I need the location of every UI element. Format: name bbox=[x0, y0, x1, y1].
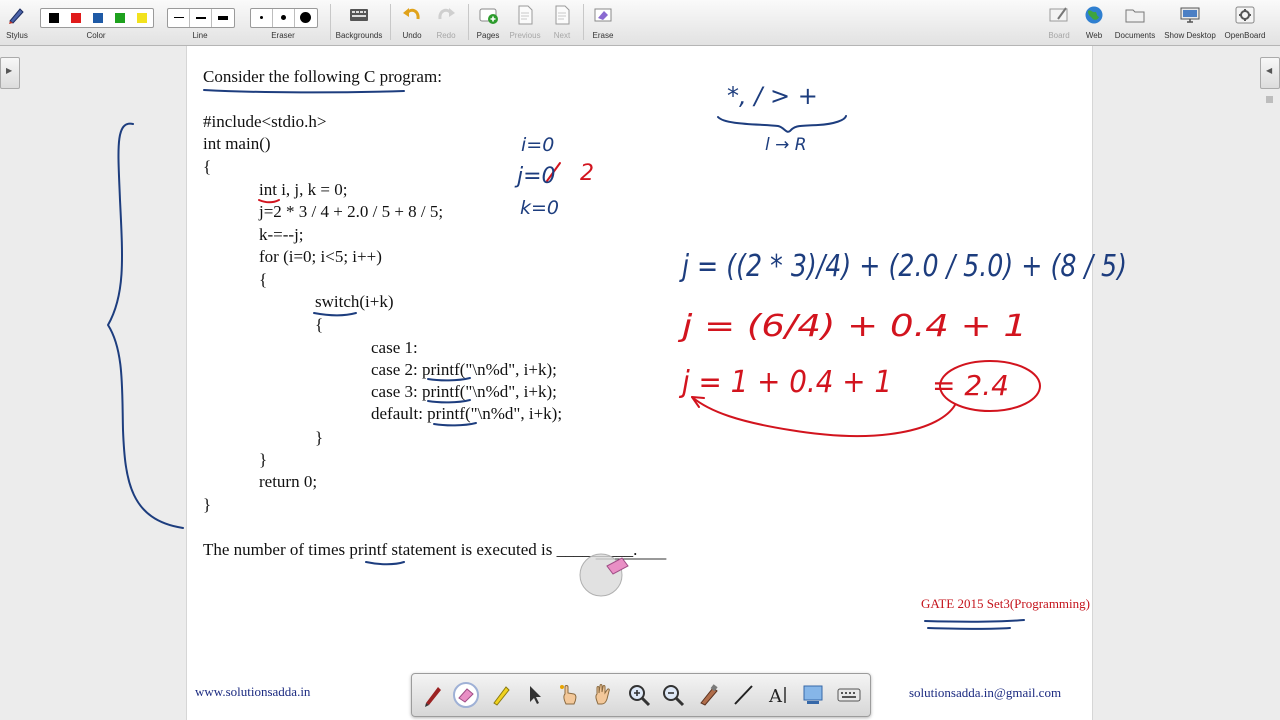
code-line: for (i=0; i<5; i++) bbox=[259, 247, 382, 266]
line-thin-button[interactable] bbox=[168, 9, 190, 27]
swatch-yellow[interactable] bbox=[137, 13, 147, 23]
swatch-blue[interactable] bbox=[93, 13, 103, 23]
separator bbox=[583, 4, 584, 40]
separator bbox=[468, 4, 469, 40]
source-tag: GATE 2015 Set3(Programming) bbox=[921, 596, 1090, 611]
top-toolbar: Stylus Color Line Eraser Backgrounds Und… bbox=[0, 0, 1280, 46]
zoom-out-icon[interactable] bbox=[660, 682, 686, 708]
gear-icon bbox=[1235, 6, 1255, 24]
previous-page-icon bbox=[518, 5, 533, 25]
swatch-black[interactable] bbox=[49, 13, 59, 23]
arrow-right-icon: ▶ bbox=[6, 66, 13, 75]
svg-text:A: A bbox=[768, 686, 783, 707]
left-panel-toggle[interactable]: ▶ bbox=[0, 57, 20, 89]
footer-website: www.solutionsadda.in bbox=[195, 684, 311, 699]
code-line: k-=--j; bbox=[259, 225, 304, 244]
code-line: case 1: bbox=[371, 338, 418, 357]
folder-icon bbox=[1125, 9, 1145, 23]
code-line: case 3: printf("\n%d", i+k); bbox=[371, 382, 557, 401]
laser-hand-icon[interactable] bbox=[556, 682, 582, 708]
code-line: return 0; bbox=[259, 472, 318, 491]
code-line: { bbox=[315, 315, 324, 334]
separator bbox=[330, 4, 331, 40]
swatch-red[interactable] bbox=[71, 13, 81, 23]
eraser-medium-button[interactable] bbox=[273, 9, 295, 27]
eraser-size-group bbox=[250, 8, 318, 28]
line-medium-button[interactable] bbox=[190, 9, 212, 27]
next-page-icon bbox=[555, 5, 570, 25]
floating-toolbar: A bbox=[411, 673, 871, 717]
code-line: case 2: printf("\n%d", i+k); bbox=[371, 360, 557, 379]
stylus-icon bbox=[9, 8, 24, 24]
ink-brace bbox=[107, 122, 184, 529]
eraser-large-button[interactable] bbox=[295, 9, 316, 27]
highlighter-icon[interactable] bbox=[488, 682, 514, 708]
code-line: int main() bbox=[203, 134, 271, 153]
code-line: { bbox=[203, 157, 212, 176]
color-palette bbox=[40, 8, 154, 28]
marker-icon[interactable] bbox=[696, 682, 722, 708]
redo-icon bbox=[438, 8, 455, 20]
question-text: Consider the following C program: bbox=[203, 67, 442, 86]
swatch-green[interactable] bbox=[115, 13, 125, 23]
eraser-small-button[interactable] bbox=[251, 9, 273, 27]
keyboard-icon[interactable] bbox=[836, 682, 862, 708]
code-line: } bbox=[315, 428, 324, 447]
zoom-in-icon[interactable] bbox=[626, 682, 652, 708]
line-tool-icon[interactable] bbox=[730, 682, 756, 708]
eraser-tool-icon[interactable] bbox=[453, 682, 479, 708]
erase-page-icon bbox=[594, 8, 612, 22]
code-line: switch(i+k) bbox=[315, 292, 394, 311]
prompt-text: The number of times printf statement is … bbox=[203, 540, 638, 559]
pen-icon[interactable] bbox=[420, 682, 446, 708]
add-page-icon bbox=[479, 8, 498, 24]
globe-icon bbox=[1085, 6, 1103, 24]
code-line: int i, j, k = 0; bbox=[259, 180, 348, 199]
code-line: default: printf("\n%d", i+k); bbox=[371, 404, 563, 423]
monitor-icon bbox=[1180, 7, 1200, 23]
keyboard-grid-icon bbox=[350, 9, 368, 21]
arrow-left-icon: ◀ bbox=[1266, 66, 1273, 75]
undo-icon bbox=[403, 8, 420, 20]
code-line: j=2 * 3 / 4 + 2.0 / 5 + 8 / 5; bbox=[259, 202, 444, 221]
footer-email: solutionsadda.in@gmail.com bbox=[909, 685, 1062, 700]
code-line: #include<stdio.h> bbox=[203, 112, 327, 131]
text-tool-icon[interactable]: A bbox=[765, 682, 791, 708]
board-icon bbox=[1049, 7, 1068, 22]
scroll-marker[interactable] bbox=[1266, 96, 1273, 103]
line-width-group bbox=[167, 8, 235, 28]
code-line: } bbox=[259, 450, 268, 469]
hand-icon[interactable] bbox=[590, 682, 616, 708]
whiteboard-page[interactable] bbox=[186, 46, 1093, 720]
right-panel-toggle[interactable]: ◀ bbox=[1260, 57, 1280, 89]
line-thick-button[interactable] bbox=[212, 9, 233, 27]
separator bbox=[390, 4, 391, 40]
code-line: } bbox=[203, 495, 212, 514]
capture-icon[interactable] bbox=[800, 682, 826, 708]
pointer-icon[interactable] bbox=[522, 682, 548, 708]
code-line: { bbox=[259, 270, 268, 289]
